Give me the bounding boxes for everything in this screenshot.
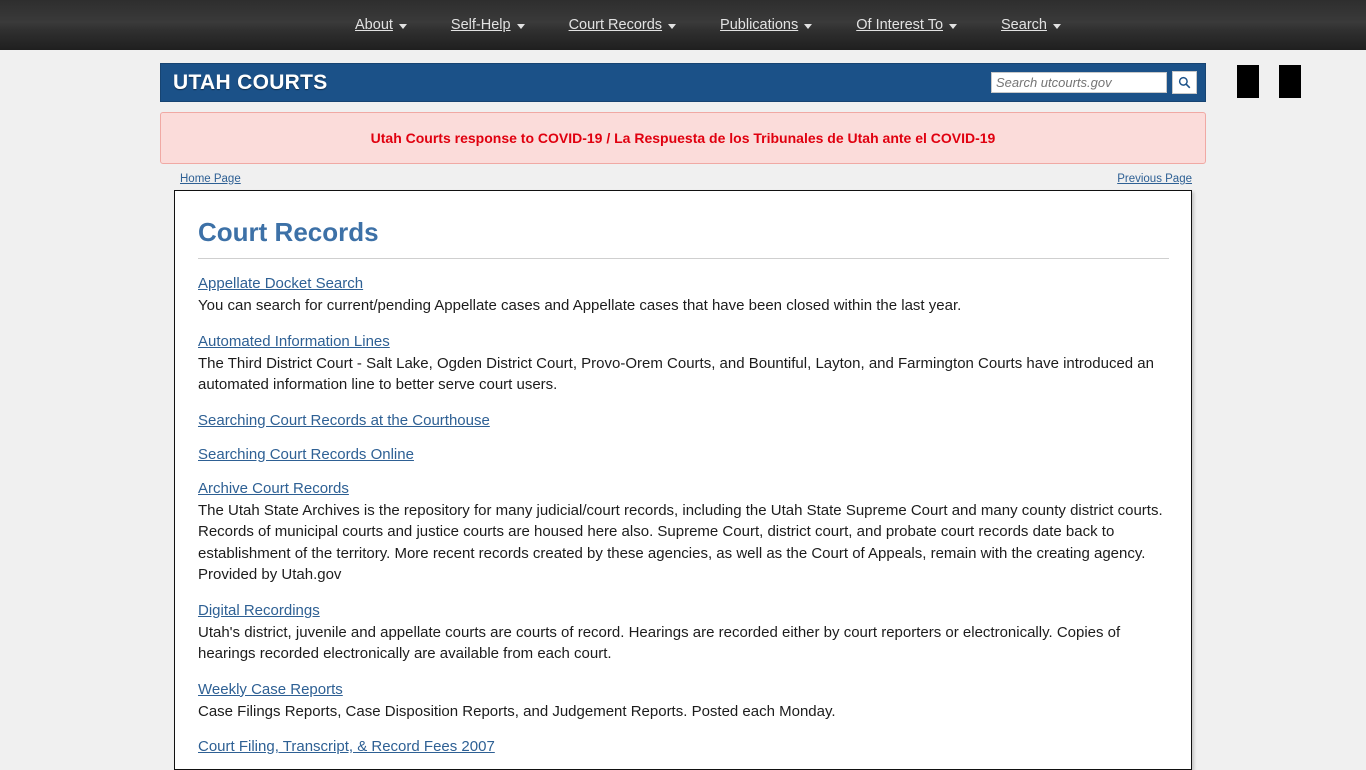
link-automated-information-lines[interactable]: Automated Information Lines	[198, 333, 390, 350]
nav-item-label: Search	[1001, 17, 1047, 33]
broken-image-icon[interactable]	[1279, 65, 1301, 98]
nav-item-label: Publications	[720, 17, 799, 33]
nav-item-label: Self-Help	[450, 17, 511, 33]
search-button[interactable]	[1172, 71, 1197, 94]
entry-description: Case Filings Reports, Case Disposition R…	[198, 702, 836, 720]
list-item: Automated Information Lines The Third Di…	[198, 333, 1169, 396]
search-input[interactable]	[991, 72, 1167, 93]
title-divider	[198, 258, 1169, 259]
chevron-down-icon	[1052, 23, 1061, 29]
chevron-down-icon	[398, 23, 407, 29]
nav-item-self-help[interactable]: Self-Help	[451, 17, 525, 33]
broken-image-icon[interactable]	[1237, 65, 1259, 98]
list-item: Weekly Case Reports Case Filings Reports…	[198, 681, 1169, 723]
top-navigation-bar: About Self-Help Court Records Publicatio…	[0, 0, 1366, 50]
content-card: Court Records Appellate Docket Search Yo…	[174, 190, 1192, 770]
nav-item-court-records[interactable]: Court Records	[568, 17, 677, 33]
link-searching-court-records-online[interactable]: Searching Court Records Online	[198, 446, 414, 463]
nav-item-label: Court Records	[568, 17, 663, 33]
entry-description: The Third District Court - Salt Lake, Og…	[198, 354, 1154, 394]
nav-item-label: About	[355, 17, 393, 33]
link-weekly-case-reports[interactable]: Weekly Case Reports	[198, 681, 343, 698]
link-searching-court-records-at-the-courthouse[interactable]: Searching Court Records at the Courthous…	[198, 412, 490, 429]
covid-alert-banner[interactable]: Utah Courts response to COVID-19 / La Re…	[160, 112, 1206, 164]
nav-item-publications[interactable]: Publications	[720, 17, 813, 33]
site-header: UTAH COURTS	[160, 63, 1301, 102]
search-icon	[1178, 76, 1191, 89]
previous-page-link[interactable]: Previous Page	[1117, 173, 1192, 185]
header-image-placeholders	[1237, 65, 1301, 98]
list-item: Searching Court Records Online	[198, 446, 1169, 464]
list-item: Court Filing, Transcript, & Record Fees …	[198, 738, 1169, 756]
chevron-down-icon	[804, 23, 813, 29]
home-page-link[interactable]: Home Page	[180, 173, 241, 185]
entry-description: The Utah State Archives is the repositor…	[198, 501, 1163, 584]
site-brand-title: UTAH COURTS	[173, 70, 328, 94]
nav-item-of-interest-to[interactable]: Of Interest To	[856, 17, 958, 33]
link-appellate-docket-search[interactable]: Appellate Docket Search	[198, 275, 363, 292]
nav-item-about[interactable]: About	[355, 17, 407, 33]
nav-item-label: Of Interest To	[856, 17, 944, 33]
list-item: Searching Court Records at the Courthous…	[198, 412, 1169, 430]
page-container: UTAH COURTS Utah Courts response to COVI…	[160, 63, 1301, 770]
chevron-down-icon	[516, 23, 525, 29]
list-item: Appellate Docket Search You can search f…	[198, 275, 1169, 317]
site-search	[991, 71, 1197, 94]
breadcrumb: Home Page Previous Page	[160, 173, 1206, 185]
link-court-filing-transcript-record-fees-2007[interactable]: Court Filing, Transcript, & Record Fees …	[198, 738, 495, 755]
entry-description: You can search for current/pending Appel…	[198, 297, 962, 314]
covid-alert-text: Utah Courts response to COVID-19 / La Re…	[370, 130, 996, 146]
chevron-down-icon	[668, 23, 677, 29]
list-item: Digital Recordings Utah's district, juve…	[198, 602, 1169, 665]
list-item: Archive Court Records The Utah State Arc…	[198, 480, 1169, 586]
nav-item-search[interactable]: Search	[1001, 17, 1061, 33]
chevron-down-icon	[949, 23, 958, 29]
link-digital-recordings[interactable]: Digital Recordings	[198, 602, 320, 619]
page-title: Court Records	[198, 217, 379, 247]
entry-description: Utah's district, juvenile and appellate …	[198, 623, 1121, 663]
link-archive-court-records[interactable]: Archive Court Records	[198, 480, 349, 497]
